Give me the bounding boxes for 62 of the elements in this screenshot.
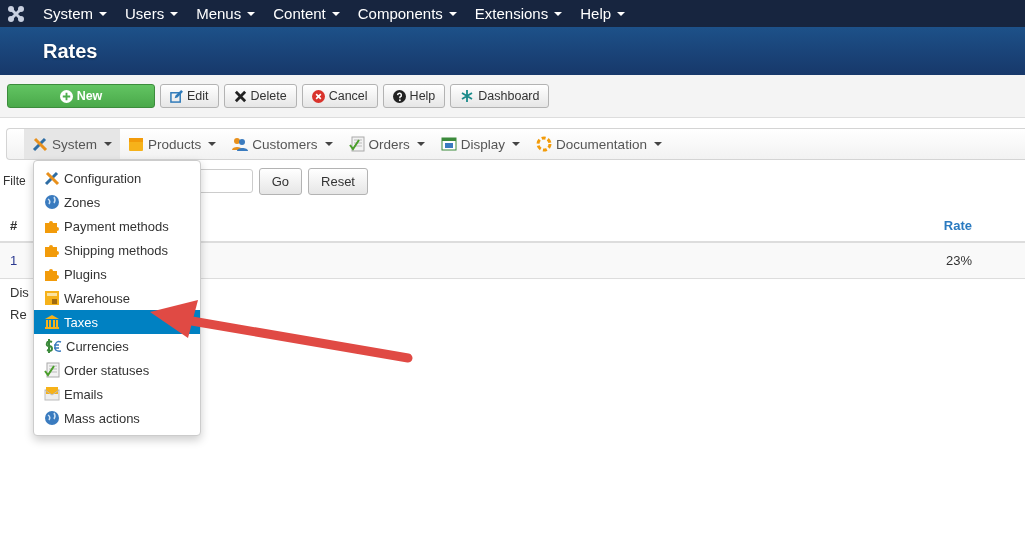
bank-icon — [44, 314, 60, 330]
puzzle-icon — [44, 242, 60, 258]
column-header: # — [10, 217, 18, 233]
dashboard-button[interactable]: Dashboard — [450, 84, 550, 108]
top-menu-item[interactable]: System — [35, 5, 117, 22]
tools-icon — [44, 170, 60, 186]
close-icon — [233, 89, 247, 103]
edit-button[interactable]: Edit — [160, 84, 219, 108]
page-title: Rates — [43, 39, 98, 63]
delete-button[interactable]: Delete — [223, 84, 297, 108]
cancel-icon — [311, 89, 325, 103]
dropdown-item[interactable]: Order statuses — [34, 358, 200, 382]
footer-text: Dis — [10, 285, 29, 300]
top-menu-item[interactable]: Users — [117, 5, 189, 22]
component-menu-item[interactable]: System — [24, 129, 120, 159]
help-icon — [392, 89, 406, 103]
window-icon — [440, 136, 457, 152]
globe-icon — [44, 194, 60, 210]
logo-icon — [6, 3, 26, 24]
tools-icon — [32, 136, 48, 152]
column-header[interactable]: Rate — [943, 217, 972, 233]
plus-icon — [59, 89, 73, 103]
filter-label: Filte — [2, 174, 26, 188]
mail-icon — [44, 386, 60, 402]
warehouse-icon — [44, 290, 60, 306]
dropdown-item[interactable]: Mass actions — [34, 406, 200, 430]
footer-text: Re — [10, 307, 27, 322]
top-menu-item[interactable]: Help — [572, 5, 636, 22]
cancel-button[interactable]: Cancel — [301, 84, 378, 108]
component-menu-item[interactable]: Orders — [340, 129, 433, 159]
table-cell[interactable]: 1 — [10, 253, 18, 268]
checked-document-icon — [44, 362, 60, 378]
dropdown-item[interactable]: Warehouse — [34, 286, 200, 310]
dropdown-item[interactable]: Payment methods — [34, 214, 200, 238]
box-icon — [128, 136, 144, 152]
dropdown-item[interactable]: Shipping methods — [34, 238, 200, 262]
dropdown-item[interactable]: Plugins — [34, 262, 200, 286]
dropdown-item[interactable]: Zones — [34, 190, 200, 214]
table-cell: 23% — [945, 253, 972, 268]
puzzle-icon — [44, 266, 60, 282]
lifebuoy-icon — [536, 136, 553, 152]
globe-icon — [44, 410, 60, 426]
component-menu-item[interactable]: Products — [120, 129, 225, 159]
dropdown-item[interactable]: Configuration — [34, 166, 200, 190]
filter-button[interactable]: Go — [258, 167, 302, 195]
money-icon — [44, 338, 62, 354]
top-menu-item[interactable]: Components — [349, 5, 467, 22]
component-menu-item[interactable]: Display — [432, 129, 529, 159]
component-menu-item[interactable]: Customers — [224, 129, 341, 159]
edit-icon — [170, 89, 183, 103]
top-menu-item[interactable]: Extensions — [466, 5, 573, 22]
component-menu-item[interactable]: Documentation — [528, 129, 670, 159]
checked-document-icon — [348, 136, 365, 152]
dropdown-item[interactable]: Emails — [34, 382, 200, 406]
people-icon — [232, 136, 249, 152]
asterisk-icon — [460, 89, 475, 103]
dropdown-item[interactable]: Currencies — [34, 334, 200, 358]
filter-button[interactable]: Reset — [308, 167, 368, 195]
help-button[interactable]: Help — [382, 84, 446, 108]
puzzle-icon — [44, 218, 60, 234]
top-menu-item[interactable]: Content — [265, 5, 350, 22]
top-menu-item[interactable]: Menus — [188, 5, 266, 22]
